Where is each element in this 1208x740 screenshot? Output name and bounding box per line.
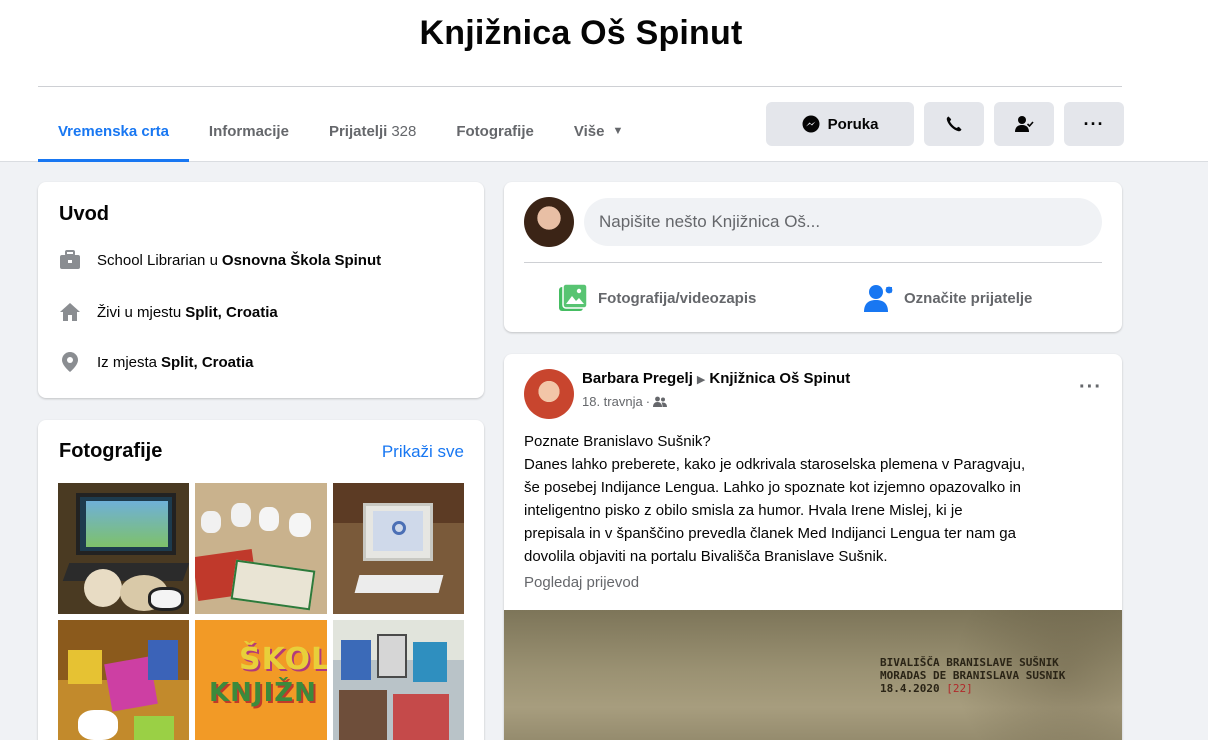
intro-lives-prefix: Živi u mjestu [97,303,182,321]
photo-grid: ŠKOLS KNJIŽN [58,483,464,740]
intro-lives-value[interactable]: Split, Croatia [185,304,278,321]
messenger-icon [802,115,820,133]
tag-friends-label: Označite prijatelje [904,289,1033,307]
post-date[interactable]: 18. travnja [582,394,643,409]
post-text-line: dovolila objaviti na portalu Bivališča B… [524,548,888,565]
photo-thumbnail[interactable] [58,620,189,740]
post-text: Poznate Branislavo Sušnik? Danes lahko p… [524,430,1104,568]
photo-video-button[interactable]: Fotografija/videozapis [558,278,756,318]
post-text-line: Poznate Branislavo Sušnik? [524,433,711,450]
home-icon [58,300,82,324]
profile-tabs: Vremenska crta Informacije Prijatelji 328… [38,100,643,162]
post-text-line: še posebej Indijance Lengua. Lahko jo sp… [524,479,1022,496]
tab-photos[interactable]: Fotografije [436,100,554,162]
phone-icon [946,116,962,132]
post-composer: Napišite nešto Knjižnica Oš... Fotografi… [504,182,1122,332]
post-author-avatar[interactable] [524,369,574,419]
tab-more[interactable]: Više ▼ [554,100,643,162]
image-caption-line: BIVALIŠČA BRANISLAVE SUŠNIK [880,656,1059,669]
briefcase-icon [58,248,82,272]
post-author-name[interactable]: Barbara Pregelj [582,370,693,387]
message-button-label: Poruka [827,115,879,133]
header-divider [38,86,1122,87]
see-all-photos-link[interactable]: Prikaži sve [382,442,464,462]
friends-count: 328 [391,122,417,140]
composer-divider [524,262,1102,263]
photo-thumbnail[interactable] [333,483,464,614]
more-icon: ··· [1083,113,1105,134]
more-options-button[interactable]: ··· [1064,102,1124,146]
photo-thumbnail[interactable] [195,483,327,614]
message-button[interactable]: Poruka [766,102,914,146]
post-text-line: Danes lahko preberete, kako je odkrivala… [524,456,1026,473]
image-caption-tag: [22] [946,682,973,695]
intro-work: School Librarian u Osnovna Škola Spinut [58,248,381,272]
post-image[interactable]: BIVALIŠČA BRANISLAVE SUŠNIK MORADAS DE B… [504,610,1122,740]
photo-thumbnail[interactable] [58,483,189,614]
tab-label: Prijatelji [328,122,388,140]
feed-post: Barbara Pregelj ▶ Knjižnica Oš Spinut 18. … [504,354,1122,740]
intro-title: Uvod [59,203,109,225]
post-options-icon[interactable]: ··· [1079,376,1102,399]
friend-status-button[interactable] [994,102,1054,146]
tab-label: Više [573,122,605,140]
page-title: Knjižnica Oš Spinut [419,14,743,52]
intro-from-prefix: Iz mjesta [97,353,158,371]
intro-from: Iz mjesta Split, Croatia [58,350,254,374]
tab-timeline[interactable]: Vremenska crta [38,100,189,162]
tab-label: Fotografije [456,122,534,140]
profile-actions: Poruka ··· [766,102,1124,146]
composer-input[interactable]: Napišite nešto Knjižnica Oš... [584,198,1102,246]
friends-icon [653,396,668,407]
intro-work-prefix: School Librarian u [97,251,218,269]
image-caption-date: 18.4.2020 [880,682,940,695]
tag-friends-icon [864,285,893,312]
separator-dot: · [645,394,651,409]
photo-thumbnail[interactable] [333,620,464,740]
caret-down-icon: ▼ [612,125,624,137]
photos-title: Fotografije [59,440,163,462]
intro-lives-in: Živi u mjestu Split, Croatia [58,300,278,324]
friend-status-icon [1015,116,1034,132]
image-caption-date-line: 18.4.2020 [22] [880,682,1065,695]
call-button[interactable] [924,102,984,146]
tab-label: Informacije [208,122,289,140]
tab-friends[interactable]: Prijatelji 328 [309,100,436,162]
photo-thumbnail[interactable]: ŠKOLS KNJIŽN [195,620,327,740]
location-pin-icon [58,350,82,374]
photo-video-label: Fotografija/videozapis [598,289,757,307]
intro-work-value[interactable]: Osnovna Škola Spinut [222,252,381,269]
post-text-line: inteligentno pisko z obilo smisla za hum… [524,502,963,519]
image-caption-line: MORADAS DE BRANISLAVA SUSNIK [880,669,1066,682]
post-target-name[interactable]: Knjižnica Oš Spinut [709,370,850,387]
post-image-caption: BIVALIŠČA BRANISLAVE SUŠNIK MORADAS DE B… [880,656,1065,695]
tag-friends-button[interactable]: Označite prijatelje [864,278,1032,318]
intro-card: Uvod School Librarian u Osnovna Škola Sp… [38,182,484,398]
see-translation-link[interactable]: Pogledaj prijevod [524,574,639,591]
tab-about[interactable]: Informacije [189,100,309,162]
photo-icon [559,284,588,311]
arrow-right-icon: ▶ [696,374,706,386]
avatar[interactable] [524,197,574,247]
tab-label: Vremenska crta [58,122,169,140]
photos-card: Fotografije Prikaži sve ŠKOL KNJIŽN [38,420,484,740]
intro-from-value[interactable]: Split, Croatia [161,354,254,371]
post-author: Barbara Pregelj ▶ Knjižnica Oš Spinut [582,370,850,387]
post-meta: 18. travnja · [582,394,668,409]
post-text-line: prepisala in v španščino prevedla članek… [524,525,1016,542]
